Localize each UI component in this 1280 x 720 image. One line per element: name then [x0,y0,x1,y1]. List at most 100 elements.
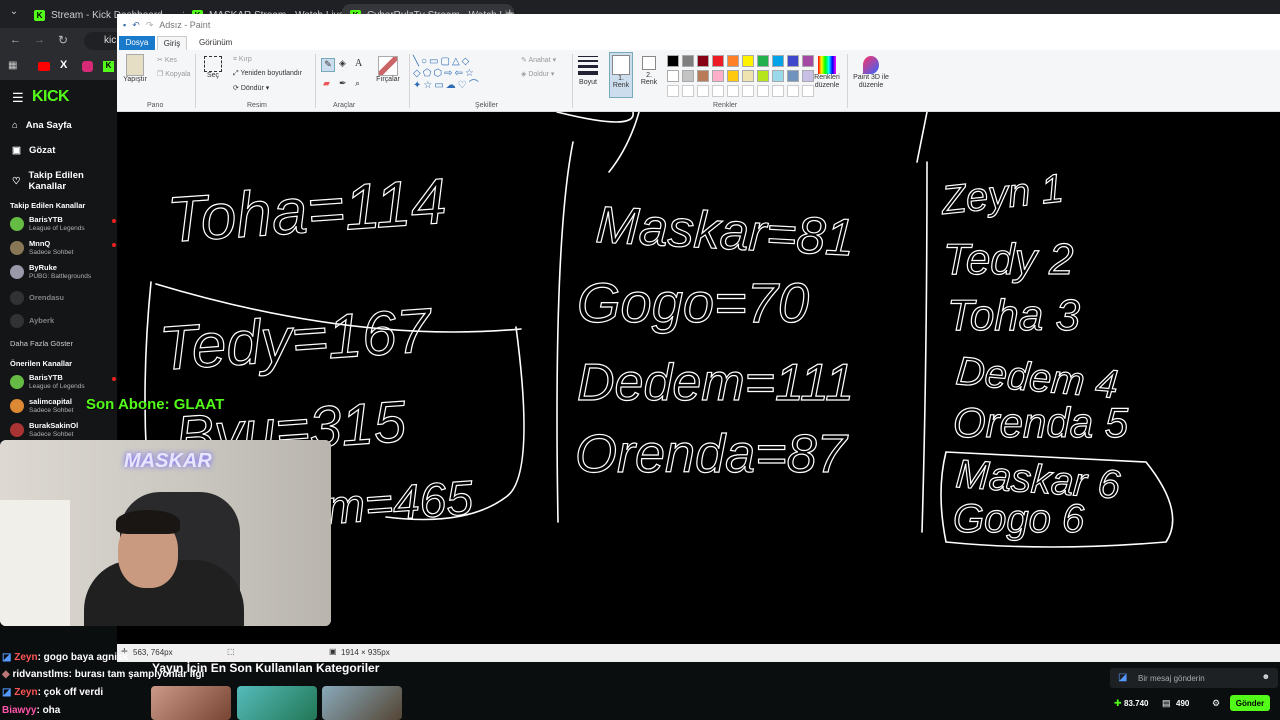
category-thumbnail[interactable] [151,686,231,720]
text-tool[interactable]: A [355,58,362,69]
paint-status-bar: ✛ 563, 764px ⬚ ▣ 1914 × 935px [117,644,1280,662]
forward-icon[interactable]: → [34,34,45,46]
tab-list-icon[interactable]: ⌄ [6,6,22,22]
color-swatch[interactable] [712,55,724,67]
channel-item[interactable]: MnnQ Sadece Sohbet [8,238,120,260]
empty-color-swatch[interactable] [757,85,769,97]
chat-username[interactable]: Zeyn [14,652,37,663]
kick-logo[interactable]: KICK [32,88,70,106]
paste-button[interactable]: Yapıştır [121,54,149,83]
fill-tool[interactable]: ◈ [339,58,346,69]
tab-file[interactable]: Dosya [119,36,155,50]
kick-bookmark-icon[interactable]: K [103,61,114,72]
back-icon[interactable]: ← [10,34,21,46]
tab-home[interactable]: Giriş [157,36,187,50]
color-swatch[interactable] [727,55,739,67]
apps-grid-icon[interactable]: ▦ [8,60,17,71]
fill-dropdown[interactable]: ◈ Doldur ▾ [521,70,554,78]
save-icon[interactable]: ▪ [123,20,126,30]
outline-dropdown[interactable]: ✎ Anahat ▾ [521,56,556,64]
color-swatch[interactable] [757,55,769,67]
color-swatch[interactable] [787,55,799,67]
color-swatch[interactable] [772,55,784,67]
edit-colors-button[interactable]: Renkleri düzenle [811,56,843,90]
color-picker-tool[interactable]: ✒ [339,78,347,89]
undo-icon[interactable]: ↶ [132,20,140,31]
brushes-button[interactable]: Fırçalar [371,56,405,83]
category-thumbnail[interactable] [237,686,317,720]
empty-color-swatch[interactable] [727,85,739,97]
address-bar[interactable]: kic [84,32,120,50]
crop-button[interactable]: ⌗ Kırp [233,56,252,64]
chat-username[interactable]: Zeyn [14,687,37,698]
settings-gear-icon[interactable]: ⚙ [1212,698,1220,709]
nav-home[interactable]: ⌂ Ana Sayfa [12,120,72,131]
color-swatch[interactable] [787,70,799,82]
send-button[interactable]: Gönder [1230,695,1270,711]
x-twitter-icon[interactable]: X [60,59,67,71]
redo-icon[interactable]: ↷ [146,20,154,31]
cut-button[interactable]: ✂ Kes [157,56,177,64]
color-swatch[interactable] [712,70,724,82]
color-swatch[interactable] [727,70,739,82]
empty-color-swatch[interactable] [742,85,754,97]
color-swatch[interactable] [667,55,679,67]
nav-following[interactable]: ♡ Takip Edilen Kanallar [12,170,120,192]
show-more-link[interactable]: Daha Fazla Göster [10,339,73,348]
menu-icon[interactable]: ☰ [12,90,24,106]
avatar [10,217,24,231]
avatar [10,314,24,328]
empty-color-swatch[interactable] [682,85,694,97]
rotate-button[interactable]: ⟳ Döndür ▾ [233,84,269,92]
eraser-tool[interactable]: ▰ [323,78,330,89]
empty-color-swatch[interactable] [787,85,799,97]
image-group-label: Resim [247,102,267,109]
emoji-icon[interactable]: ☻ [1262,672,1270,681]
copy-button[interactable]: ❐ Kopyala [157,70,191,78]
select-button[interactable]: Seç [201,56,225,79]
size-button[interactable]: Boyut [575,56,601,86]
color2-button[interactable]: 2. Renk [637,54,661,86]
channel-item-offline[interactable]: Ayberk [8,311,120,333]
category-thumbnail[interactable] [322,686,402,720]
youtube-icon[interactable] [38,62,50,71]
color-swatch[interactable] [742,70,754,82]
badge-icon: ◪ [2,687,12,698]
tab-view[interactable]: Görünüm [199,38,232,47]
color-swatch[interactable] [757,70,769,82]
chat-username[interactable]: Biawyy [2,705,36,716]
color-swatch[interactable] [667,70,679,82]
color-swatch[interactable] [697,70,709,82]
color-swatch[interactable] [772,70,784,82]
gift-icon[interactable]: ▤ [1162,698,1171,709]
empty-color-swatch[interactable] [667,85,679,97]
resize-button[interactable]: ⤢ Yeniden boyutlandır [233,70,302,78]
empty-color-swatch[interactable] [697,85,709,97]
chat-username[interactable]: ridvanstlms [12,669,68,680]
shapes-group-label: Şekiller [475,102,498,109]
pencil-tool[interactable]: ✎ [321,58,335,72]
channel-item[interactable]: ByRuke PUBG: Battlegrounds [8,262,120,284]
instagram-icon[interactable] [82,61,93,72]
channel-item[interactable]: BarisYTB League of Legends [8,372,120,394]
rank-2: Tedy 2 [943,235,1073,284]
color-swatch[interactable] [697,55,709,67]
recent-categories-title: Yayın İçin En Son Kullanılan Kategoriler [152,661,380,675]
brush-icon [378,56,398,76]
color-swatch[interactable] [682,55,694,67]
paint3d-button[interactable]: Paint 3D ile düzenle [849,56,893,90]
channel-item-offline[interactable]: Orendasu [8,288,120,310]
color-swatch[interactable] [742,55,754,67]
nav-browse[interactable]: ▣ Gözat [12,145,55,156]
empty-color-swatch[interactable] [712,85,724,97]
magnifier-tool[interactable]: ⌕ [355,78,360,89]
chat-input[interactable]: ◪ Bir mesaj gönderin ☻ [1110,668,1278,688]
channel-item[interactable]: BarisYTB League of Legends [8,214,120,236]
channel-item[interactable]: BurakSakinOl Sadece Sohbet [8,420,120,442]
shapes-gallery[interactable]: ╲○▭▢△◇ ◇⬠⬡⇨⇦☆ ✦☆▭☁♡⌒ [413,56,513,96]
empty-color-swatch[interactable] [772,85,784,97]
color1-button[interactable]: 1. Renk [609,52,633,98]
color-swatch[interactable] [682,70,694,82]
fill-bucket-icon: ◈ [521,71,527,78]
reload-icon[interactable]: ↻ [58,33,68,47]
